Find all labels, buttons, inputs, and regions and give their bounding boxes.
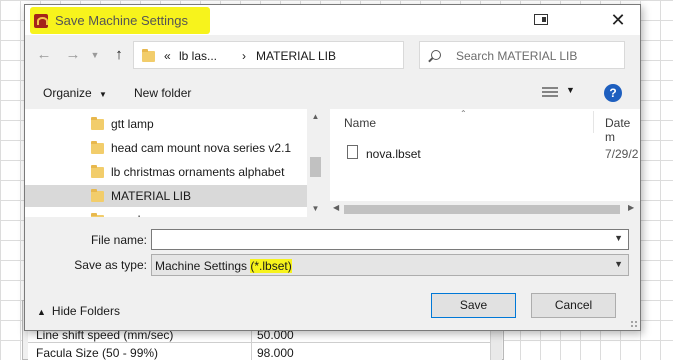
scroll-right-icon[interactable]: ▶ [628, 203, 634, 212]
chevron-down-icon[interactable]: ▼ [614, 233, 623, 243]
tree-item-label: nanel [111, 213, 140, 217]
chevron-down-icon: ▼ [614, 259, 623, 269]
save-button[interactable]: Save [431, 293, 516, 318]
save-dialog: Save Machine Settings ✕ ← → ▼ ↑ « lb las… [24, 4, 641, 331]
file-name-label: File name: [90, 233, 147, 247]
app-icon [34, 14, 48, 28]
file-icon [347, 145, 358, 159]
window-title: Save Machine Settings [55, 13, 188, 28]
forward-button[interactable]: → [62, 43, 84, 67]
tree-item-selected[interactable]: MATERIAL LIB [25, 185, 307, 207]
tree-scrollbar[interactable]: ▲ ▼ [307, 109, 324, 217]
scroll-down-icon[interactable]: ▼ [307, 204, 324, 213]
folder-icon [142, 49, 155, 62]
column-header-name[interactable]: Name [344, 116, 376, 130]
search-box[interactable]: Search MATERIAL LIB [419, 41, 625, 69]
file-name[interactable]: nova.lbset [366, 147, 421, 161]
tree-item[interactable]: gtt lamp [25, 113, 307, 135]
breadcrumb-item[interactable]: MATERIAL LIB [256, 49, 336, 63]
hide-folders-label: Hide Folders [51, 304, 120, 318]
scroll-thumb[interactable] [344, 205, 620, 214]
snap-layout-icon[interactable] [534, 14, 548, 25]
folder-icon [91, 165, 104, 178]
hide-folders-button[interactable]: ▲ Hide Folders [37, 304, 120, 318]
property-key: Facula Size (50 - 99%) [28, 343, 252, 360]
chevron-down-icon: ▼ [99, 90, 107, 99]
view-options-icon[interactable] [542, 87, 558, 99]
property-value[interactable]: 98.000 [252, 343, 294, 360]
table-row[interactable]: Facula Size (50 - 99%) 98.000 [28, 343, 490, 360]
file-name-input[interactable]: ▼ [151, 229, 629, 250]
organize-label: Organize [43, 86, 92, 100]
recent-locations-button[interactable]: ▼ [84, 43, 106, 67]
save-type-value: Machine Settings (*.lbset) [155, 259, 292, 273]
folder-icon [91, 189, 104, 202]
file-list: ⌃ Name Date m nova.lbset 7/29/2 ◀ ▶ [330, 109, 640, 217]
up-button[interactable]: ↑ [108, 43, 130, 67]
save-type-name: Machine Settings [155, 259, 251, 273]
folder-icon [91, 213, 104, 217]
cancel-button[interactable]: Cancel [531, 293, 616, 318]
tree-item-label: lb christmas ornaments alphabet [111, 165, 285, 179]
back-button[interactable]: ← [33, 43, 55, 67]
save-type-extension: (*.lbset) [250, 259, 292, 273]
navigation-pane: gtt lamp head cam mount nova series v2.1… [25, 109, 324, 217]
file-list-scrollbar[interactable]: ◀ ▶ [330, 201, 640, 217]
close-button[interactable]: ✕ [603, 7, 633, 33]
tree-item[interactable]: nanel [25, 209, 307, 217]
save-type-select[interactable]: Machine Settings (*.lbset) ▼ [151, 254, 629, 276]
breadcrumb-overflow[interactable]: « [164, 49, 171, 63]
tree-item[interactable]: head cam mount nova series v2.1 [25, 137, 307, 159]
chevron-down-icon[interactable]: ▼ [566, 85, 575, 95]
column-header-date[interactable]: Date m [605, 116, 640, 144]
breadcrumb-item[interactable]: lb las... [179, 49, 217, 63]
scroll-thumb[interactable] [310, 157, 321, 177]
resize-grip[interactable] [630, 320, 638, 328]
organize-button[interactable]: Organize ▼ [43, 86, 107, 100]
folder-icon [91, 117, 104, 130]
file-date: 7/29/2 [605, 147, 639, 161]
title-bar[interactable]: Save Machine Settings ✕ [25, 5, 640, 35]
scroll-left-icon[interactable]: ◀ [333, 203, 339, 212]
sort-indicator-icon: ⌃ [460, 109, 467, 118]
new-folder-button[interactable]: New folder [134, 86, 191, 100]
address-bar[interactable]: « lb las... › MATERIAL LIB ↻ [133, 41, 501, 69]
search-placeholder: Search MATERIAL LIB [456, 49, 578, 63]
breadcrumb-separator[interactable]: › [242, 49, 246, 63]
folder-icon [91, 141, 104, 154]
tree-item-label: head cam mount nova series v2.1 [111, 141, 292, 155]
tree-item-label: gtt lamp [111, 117, 154, 131]
search-icon [431, 50, 441, 60]
chevron-up-icon: ▲ [37, 307, 46, 317]
column-divider[interactable] [593, 111, 594, 133]
tree-item[interactable]: lb christmas ornaments alphabet [25, 161, 307, 183]
help-icon[interactable]: ? [604, 84, 622, 102]
command-bar: Organize ▼ New folder ▼ ? [25, 79, 640, 107]
tree-item-label: MATERIAL LIB [111, 189, 192, 203]
scroll-up-icon[interactable]: ▲ [307, 112, 324, 121]
save-type-label: Save as type: [74, 258, 147, 272]
